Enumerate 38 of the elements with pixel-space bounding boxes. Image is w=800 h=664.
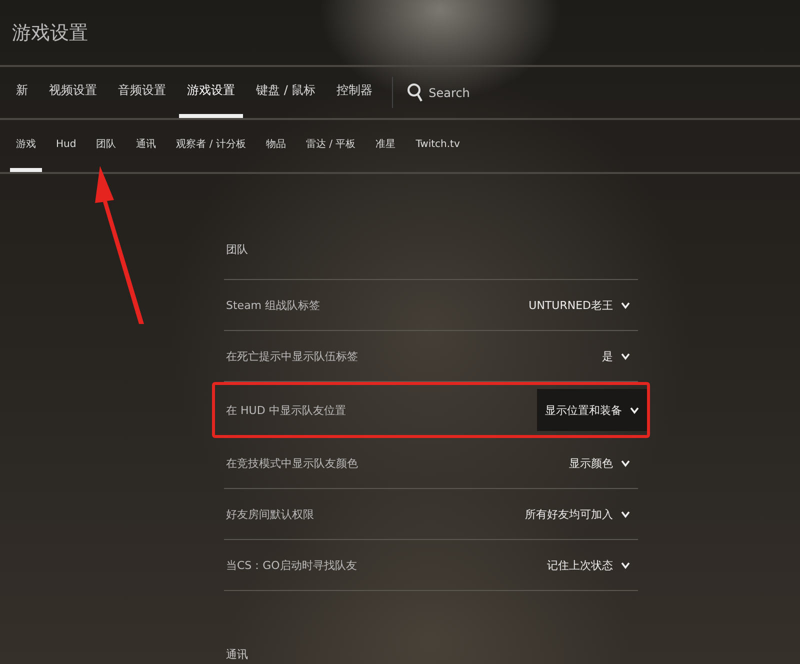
search-icon <box>406 82 423 102</box>
dropdown[interactable]: 是 <box>594 338 638 374</box>
tab[interactable]: 观察者 / 计分板 <box>170 120 252 172</box>
tab[interactable]: 视频设置 <box>41 67 105 118</box>
chevron-icon <box>621 460 630 466</box>
tab[interactable]: 物品 <box>260 120 292 172</box>
tab[interactable]: Hud <box>50 120 82 172</box>
setting-label: Steam 组战队标签 <box>226 298 320 312</box>
setting-label: 在竞技模式中显示队友颜色 <box>226 456 358 470</box>
setting-label: 在死亡提示中显示队伍标签 <box>226 348 358 364</box>
chevron-icon <box>621 302 630 308</box>
tab[interactable]: 控制器 <box>328 67 381 118</box>
dropdown[interactable]: 所有好友均可加入 <box>517 496 638 532</box>
tab[interactable]: 键盘 / 鼠标 <box>248 67 324 118</box>
tab[interactable]: 游戏设置 <box>179 67 243 118</box>
setting-label: 在 HUD 中显示队友位置 <box>226 402 346 418</box>
window-title: 游戏设置 <box>12 20 88 46</box>
search-field[interactable]: Search <box>426 84 511 100</box>
chevron-icon <box>621 352 630 360</box>
tab[interactable]: 游戏 <box>10 120 42 172</box>
dropdown[interactable]: 显示位置和装备 <box>537 389 647 431</box>
section-heading: 通讯 <box>225 647 249 663</box>
dropdown[interactable]: UNTURNED老王 <box>520 287 638 323</box>
tab[interactable]: 准星 <box>370 120 402 172</box>
dropdown[interactable]: 记住上次状态 <box>539 547 638 583</box>
dropdown[interactable]: 显示颜色 <box>561 445 638 481</box>
tab[interactable]: 团队 <box>90 120 122 172</box>
tab[interactable]: 雷达 / 平板 <box>300 120 362 172</box>
chevron-icon <box>630 406 639 414</box>
section-heading: 团队 <box>224 242 638 280</box>
tab[interactable]: Twitch.tv <box>410 120 466 172</box>
tab[interactable]: 新 <box>8 67 36 118</box>
tab[interactable]: 通讯 <box>130 120 162 172</box>
chevron-icon <box>621 562 630 568</box>
setting-label: 当CS：GO启动时寻找队友 <box>226 558 357 572</box>
chevron-icon <box>621 510 630 518</box>
setting-label: 好友房间默认权限 <box>226 506 314 522</box>
tab[interactable]: 音频设置 <box>110 67 174 118</box>
